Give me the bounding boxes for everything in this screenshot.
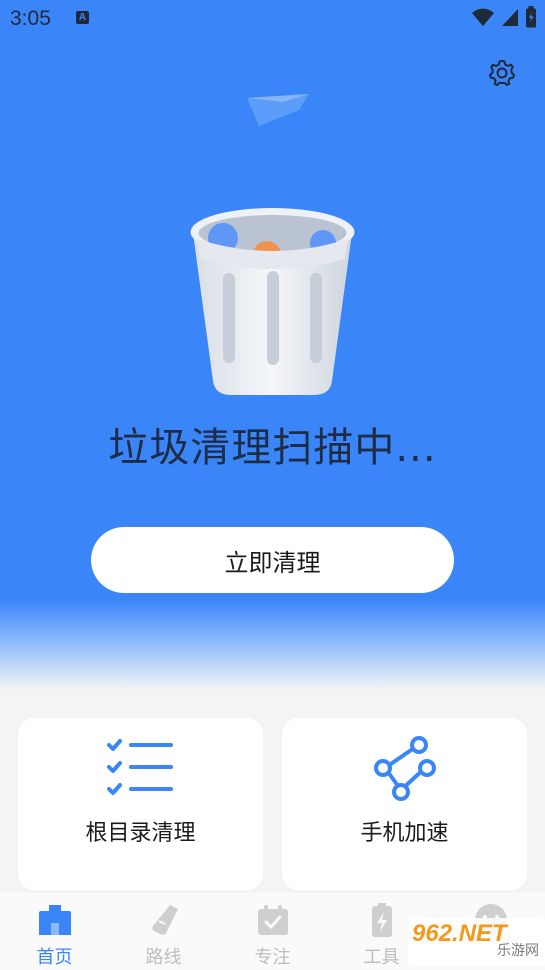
tab-home[interactable]: 首页 bbox=[0, 893, 109, 970]
status-icons bbox=[471, 6, 537, 28]
notification-badge: A bbox=[76, 11, 89, 24]
status-time: 3:05 bbox=[10, 7, 51, 30]
battery-icon bbox=[371, 903, 392, 937]
watermark-main-text: 962.NET bbox=[412, 920, 507, 947]
card-label-root-clean: 根目录清理 bbox=[85, 821, 196, 846]
shoe-icon bbox=[151, 905, 178, 935]
tab-label-focus: 专注 bbox=[254, 947, 291, 968]
wifi-icon bbox=[472, 8, 494, 26]
status-bar: 3:05 A bbox=[0, 0, 545, 36]
checklist-icon bbox=[106, 739, 173, 795]
tab-focus[interactable]: 专注 bbox=[218, 893, 327, 970]
phone-boost-card[interactable]: 手机加速 bbox=[282, 718, 527, 890]
home-icon bbox=[38, 905, 71, 935]
flying-paper-icon bbox=[247, 94, 309, 126]
watermark-logo: 962.NET 乐游网 bbox=[408, 918, 545, 966]
tab-label-route: 路线 bbox=[145, 947, 182, 968]
root-directory-clean-card[interactable]: 根目录清理 bbox=[18, 718, 263, 890]
calendar-check-icon bbox=[257, 905, 288, 935]
tab-route[interactable]: 路线 bbox=[109, 893, 218, 970]
settings-gear-icon[interactable] bbox=[487, 58, 517, 88]
share-nodes-icon bbox=[373, 736, 436, 801]
tab-label-home: 首页 bbox=[36, 947, 73, 968]
clean-now-button[interactable]: 立即清理 bbox=[91, 527, 454, 593]
scan-status-text: 垃圾清理扫描中... bbox=[108, 425, 437, 471]
battery-status-icon bbox=[526, 6, 536, 28]
signal-icon bbox=[502, 9, 518, 26]
card-label-phone-boost: 手机加速 bbox=[360, 821, 449, 846]
watermark-sub-text: 乐游网 bbox=[497, 943, 539, 959]
trash-bin-icon bbox=[190, 208, 355, 395]
